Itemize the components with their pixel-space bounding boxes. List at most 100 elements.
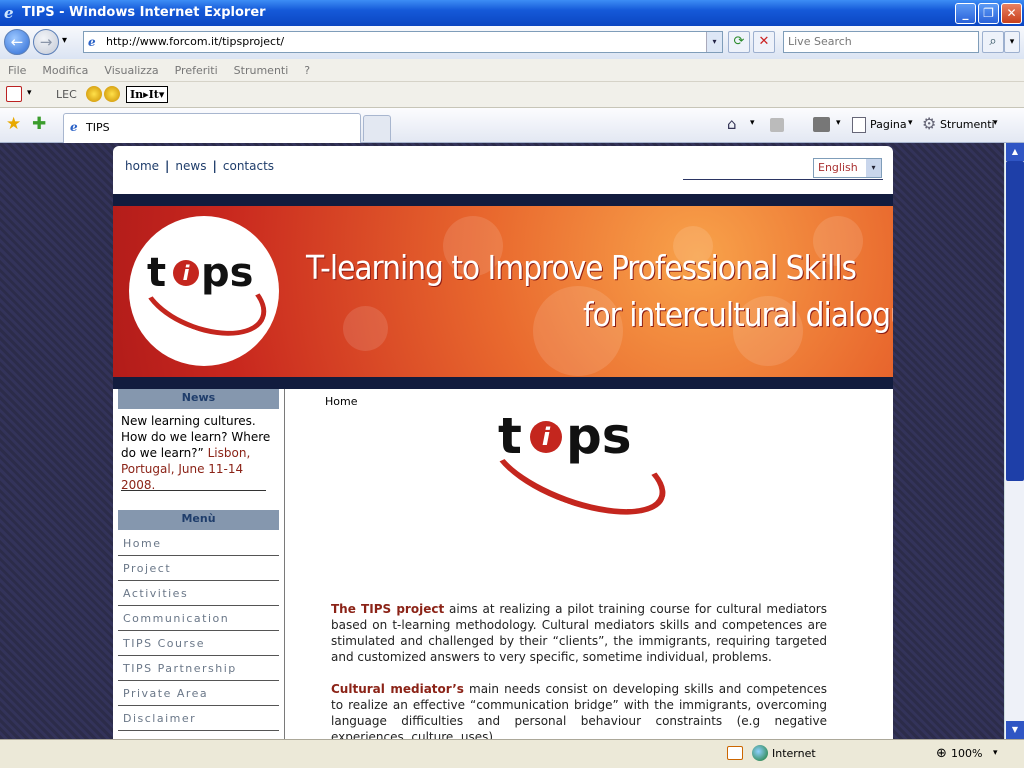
toolbar-addon-icon[interactable]	[104, 86, 120, 102]
menu-item-private-area[interactable]: Private Area	[118, 681, 279, 706]
print-icon[interactable]	[813, 117, 830, 132]
pdf-dropdown-icon[interactable]: ▾	[27, 88, 32, 98]
new-tab-button[interactable]	[363, 115, 391, 141]
browser-window: e TIPS - Windows Internet Explorer _ ❐ ✕…	[0, 0, 1024, 768]
stop-button[interactable]: ✕	[753, 31, 775, 53]
menu-item-disclaimer[interactable]: Disclaimer	[118, 706, 279, 731]
page-icon	[852, 117, 866, 133]
address-input[interactable]: http://www.forcom.it/tipsproject/	[106, 32, 284, 52]
scroll-down-icon[interactable]: ▼	[1006, 721, 1024, 739]
home-icon[interactable]: ⌂	[727, 115, 737, 133]
init-dropdown[interactable]: In▸It▾	[126, 86, 169, 103]
stop-icon: ✕	[758, 34, 770, 49]
pdf-tool-icon[interactable]	[6, 86, 22, 102]
page-favicon-icon: e	[88, 35, 96, 49]
sidebar: News New learning cultures. How do we le…	[113, 389, 285, 739]
logo-letter-i: i	[530, 421, 562, 453]
forward-arrow-icon: →	[39, 33, 53, 51]
menu-item-communication[interactable]: Communication	[118, 606, 279, 631]
menu-item-tips-course[interactable]: TIPS Course	[118, 631, 279, 656]
nav-contacts-link[interactable]: contacts	[223, 159, 274, 173]
site-container: home|news|contacts English ▾ t i ps	[113, 146, 893, 739]
zoom-dropdown-icon[interactable]: ▾	[993, 743, 998, 764]
paragraph: Cultural mediator’s main needs consist o…	[331, 682, 827, 739]
menu-item-project[interactable]: Project	[118, 556, 279, 581]
nav-news-link[interactable]: news	[175, 159, 206, 173]
address-bar[interactable]: e http://www.forcom.it/tipsproject/ ▾	[83, 31, 723, 53]
logo-letter-t: t	[147, 250, 167, 296]
menu-file[interactable]: File	[0, 59, 34, 82]
maximize-button[interactable]: ❐	[978, 3, 999, 24]
globe-icon	[752, 745, 768, 761]
lec-link[interactable]: LEC	[56, 88, 77, 101]
logo-letters-ps: ps	[566, 407, 632, 465]
logo-letters-ps: ps	[201, 250, 254, 296]
menu-visualizza[interactable]: Visualizza	[96, 59, 166, 82]
menu-heading: Menù	[118, 510, 279, 530]
ie-logo-icon: e	[4, 4, 14, 22]
close-window-button[interactable]: ✕	[1001, 3, 1022, 24]
header-band	[113, 377, 893, 389]
menu-help[interactable]: ?	[296, 59, 318, 82]
search-options-button[interactable]: ▾	[1004, 31, 1020, 53]
logo-letter-i: i	[173, 260, 199, 286]
refresh-button[interactable]: ⟳	[728, 31, 750, 53]
divider	[683, 179, 883, 180]
live-search-input[interactable]: Live Search	[783, 31, 979, 53]
gear-icon: ⚙	[922, 114, 937, 133]
feeds-icon[interactable]	[770, 118, 784, 132]
tools-dropdown-icon[interactable]: ▾	[993, 118, 998, 128]
news-heading: News	[118, 389, 279, 409]
menu-item-tips-partnership[interactable]: TIPS Partnership	[118, 656, 279, 681]
menu-item-home[interactable]: Home	[118, 531, 279, 556]
zoom-level[interactable]: 100%	[951, 743, 982, 764]
home-dropdown-icon[interactable]: ▾	[750, 118, 755, 128]
menu-modifica[interactable]: Modifica	[34, 59, 96, 82]
add-favorite-icon[interactable]: ✚	[32, 114, 46, 134]
chevron-down-icon: ▾	[1009, 37, 1015, 47]
search-button[interactable]: ⌕	[982, 31, 1004, 53]
address-dropdown-icon[interactable]: ▾	[706, 32, 722, 52]
divider	[121, 490, 266, 491]
popup-blocked-icon[interactable]	[727, 746, 743, 760]
scroll-thumb[interactable]	[1006, 161, 1024, 481]
vertical-scrollbar[interactable]: ▲ ▼	[1004, 143, 1024, 739]
favorites-star-icon[interactable]: ★	[6, 114, 21, 134]
page-dropdown-icon[interactable]: ▾	[908, 118, 913, 128]
back-arrow-icon: ←	[10, 33, 24, 51]
header-banner: t i ps T-learning to Improve Professiona…	[113, 206, 893, 377]
paragraph-lead: Cultural mediator’s	[331, 682, 464, 696]
scroll-up-icon[interactable]: ▲	[1006, 143, 1024, 161]
page-menu-button[interactable]: Pagina	[870, 118, 907, 131]
window-title: TIPS - Windows Internet Explorer	[22, 5, 266, 20]
logo-letter-t: t	[498, 407, 522, 465]
breadcrumb: Home	[325, 395, 358, 408]
header-band	[113, 194, 893, 206]
security-zone: Internet	[772, 747, 816, 760]
tools-menu-button[interactable]: Strumenti	[940, 118, 995, 131]
tab-bar: ★ ✚ e TIPS ⌂ ▾ ▾ Pagina ▾ ⚙ Strumenti ▾	[0, 108, 1024, 143]
history-dropdown-icon[interactable]: ▾	[62, 35, 67, 46]
tab-favicon-icon: e	[70, 120, 78, 134]
news-item[interactable]: New learning cultures. How do we learn? …	[121, 413, 271, 493]
back-button[interactable]: ←	[4, 29, 30, 55]
minimize-button[interactable]: _	[955, 3, 976, 24]
banner-title-line1: T-learning to Improve Professional Skill…	[306, 248, 857, 287]
menu-item-activities[interactable]: Activities	[118, 581, 279, 606]
paragraph-lead: The TIPS project	[331, 602, 445, 616]
forward-button[interactable]: →	[33, 29, 59, 55]
web-viewport: home|news|contacts English ▾ t i ps	[0, 143, 1024, 739]
language-select[interactable]: English ▾	[813, 158, 882, 178]
banner-logo: t i ps	[129, 216, 279, 366]
print-dropdown-icon[interactable]: ▾	[836, 118, 841, 128]
menu-preferiti[interactable]: Preferiti	[167, 59, 226, 82]
search-icon: ⌕	[989, 34, 997, 49]
toolbar-addon-icon[interactable]	[86, 86, 102, 102]
tab-tips[interactable]: e TIPS	[63, 113, 361, 143]
intro-text: The TIPS project aims at realizing a pil…	[331, 601, 827, 739]
menu-strumenti[interactable]: Strumenti	[226, 59, 297, 82]
refresh-icon: ⟳	[733, 34, 745, 49]
zoom-icon: ⊕	[936, 746, 947, 761]
chevron-down-icon: ▾	[866, 159, 881, 177]
nav-home-link[interactable]: home	[125, 159, 159, 173]
